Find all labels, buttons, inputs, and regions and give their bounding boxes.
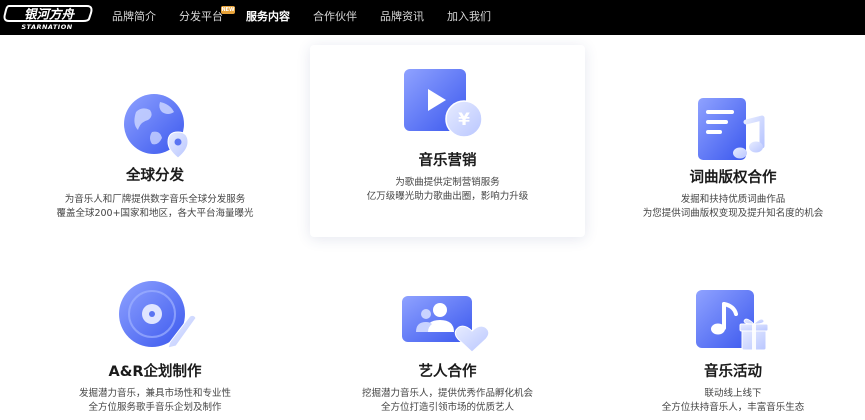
service-desc-line-1: 为歌曲提供定制营销服务 bbox=[395, 177, 500, 188]
vinyl-record-icon bbox=[119, 281, 197, 349]
nav-item-partners[interactable]: 合作伙伴 bbox=[313, 0, 357, 35]
service-desc-line-1: 为音乐人和厂牌提供数字音乐全球分发服务 bbox=[64, 194, 246, 205]
service-card-music-marketing[interactable]: ¥ 音乐营销 为歌曲提供定制营销服务 亿万级曝光助力歌曲出圈，影响力升级 bbox=[310, 45, 585, 237]
service-desc-line-2: 全方位扶持音乐人，丰富音乐生态 bbox=[661, 402, 805, 413]
service-title: A&R企划制作 bbox=[108, 364, 202, 380]
service-desc-line-1: 发掘潜力音乐，兼具市场性和专业性 bbox=[78, 388, 231, 399]
top-navbar: 银河方舟 STARNATION 品牌简介 分发平台 NEW 服务内容 合作伙伴 … bbox=[0, 0, 865, 35]
lyrics-copyright-icon bbox=[698, 98, 765, 160]
nav-item-distribution[interactable]: 分发平台 bbox=[179, 0, 223, 35]
service-card-music-events[interactable]: 音乐活动 联动线上线下 全方位扶持音乐人，丰富音乐生态 bbox=[598, 270, 865, 420]
nav-item-brand-intro[interactable]: 品牌简介 bbox=[112, 0, 156, 35]
service-card-artist-collab[interactable]: 艺人合作 挖掘潜力音乐人，提供优秀作品孵化机会 全方位打造引领市场的优质艺人 bbox=[310, 270, 585, 420]
globe-icon bbox=[124, 94, 189, 159]
service-card-lyrics-copyright[interactable]: 词曲版权合作 发掘和扶持优质词曲作品 为您提供词曲版权变现及提升知名度的机会 bbox=[598, 80, 865, 230]
service-desc-line-2: 为您提供词曲版权变现及提升知名度的机会 bbox=[642, 208, 824, 219]
svg-text:银河方舟: 银河方舟 bbox=[24, 7, 76, 22]
new-badge: NEW bbox=[221, 6, 235, 14]
service-desc-line-2: 亿万级曝光助力歌曲出圈，影响力升级 bbox=[366, 191, 529, 202]
service-desc-line-2: 覆盖全球200+国家和地区，各大平台海量曝光 bbox=[56, 208, 254, 219]
brand-logo-mark: 银河方舟 bbox=[3, 5, 93, 22]
brand-logo[interactable]: 银河方舟 STARNATION bbox=[3, 4, 93, 32]
service-desc-line-2: 全方位打造引领市场的优质艺人 bbox=[380, 402, 514, 413]
service-card-a-and-r[interactable]: A&R企划制作 发掘潜力音乐，兼具市场性和专业性 全方位服务歌手音乐企划及制作 bbox=[20, 270, 290, 420]
service-desc-line-2: 全方位服务歌手音乐企划及制作 bbox=[88, 402, 222, 413]
service-desc-line-1: 挖掘潜力音乐人，提供优秀作品孵化机会 bbox=[361, 388, 533, 399]
service-title: 音乐活动 bbox=[704, 364, 762, 380]
artist-collab-icon bbox=[402, 296, 490, 353]
service-card-global-distribution[interactable]: 全球分发 为音乐人和厂牌提供数字音乐全球分发服务 覆盖全球200+国家和地区，各… bbox=[20, 80, 290, 230]
service-title: 词曲版权合作 bbox=[689, 170, 777, 186]
nav-item-news[interactable]: 品牌资讯 bbox=[380, 0, 424, 35]
service-desc-line-1: 联动线上线下 bbox=[704, 388, 762, 399]
brand-logo-subtitle: STARNATION bbox=[21, 23, 73, 31]
nav-item-services[interactable]: 服务内容 bbox=[246, 0, 290, 35]
nav-item-join-us[interactable]: 加入我们 bbox=[447, 0, 491, 35]
service-desc-line-1: 发掘和扶持优质词曲作品 bbox=[680, 194, 786, 205]
service-title: 音乐营销 bbox=[418, 153, 477, 169]
service-title: 艺人合作 bbox=[418, 364, 477, 380]
svg-text:¥: ¥ bbox=[458, 110, 470, 130]
service-title: 全球分发 bbox=[126, 168, 184, 184]
music-event-icon bbox=[696, 290, 769, 351]
video-marketing-icon: ¥ bbox=[404, 69, 483, 138]
